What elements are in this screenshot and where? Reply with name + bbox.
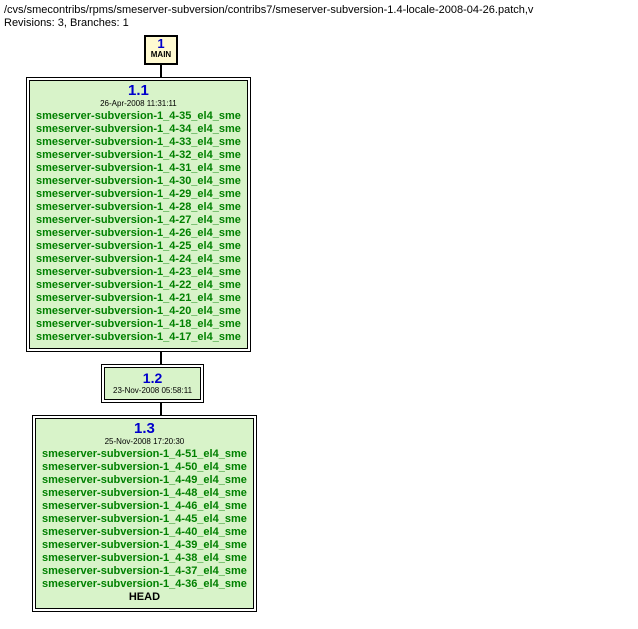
revision-date: 26-Apr-2008 11:31:11 <box>36 99 241 109</box>
revision-node[interactable]: 1.3 25-Nov-2008 17:20:30 smeserver-subve… <box>32 415 257 612</box>
revision-tag: smeserver-subversion-1_4-21_el4_sme <box>36 292 241 305</box>
revision-version: 1.3 <box>42 421 247 437</box>
revision-node[interactable]: 1.1 26-Apr-2008 11:31:11 smeserver-subve… <box>26 77 251 352</box>
revision-tag: smeserver-subversion-1_4-39_el4_sme <box>42 539 247 552</box>
revision-tag: smeserver-subversion-1_4-51_el4_sme <box>42 448 247 461</box>
revision-tag: smeserver-subversion-1_4-49_el4_sme <box>42 474 247 487</box>
revision-tag: smeserver-subversion-1_4-33_el4_sme <box>36 136 241 149</box>
tag-list: smeserver-subversion-1_4-35_el4_smesmese… <box>36 110 241 344</box>
branch-root-node[interactable]: 1 MAIN <box>144 35 178 65</box>
revision-tag: smeserver-subversion-1_4-22_el4_sme <box>36 279 241 292</box>
revision-tag: smeserver-subversion-1_4-48_el4_sme <box>42 487 247 500</box>
revision-version: 1.2 <box>113 370 192 386</box>
revision-tag: smeserver-subversion-1_4-32_el4_sme <box>36 149 241 162</box>
revision-tag: smeserver-subversion-1_4-37_el4_sme <box>42 565 247 578</box>
revision-version: 1.1 <box>36 83 241 99</box>
revision-tag: smeserver-subversion-1_4-18_el4_sme <box>36 318 241 331</box>
tag-list: smeserver-subversion-1_4-51_el4_smesmese… <box>42 448 247 591</box>
file-path: /cvs/smecontribs/rpms/smeserver-subversi… <box>4 4 638 16</box>
revision-tag: smeserver-subversion-1_4-25_el4_sme <box>36 240 241 253</box>
revision-tag: smeserver-subversion-1_4-35_el4_sme <box>36 110 241 123</box>
revision-date: 25-Nov-2008 17:20:30 <box>42 437 247 447</box>
revision-tag: smeserver-subversion-1_4-27_el4_sme <box>36 214 241 227</box>
revision-tag: smeserver-subversion-1_4-50_el4_sme <box>42 461 247 474</box>
revision-tag: smeserver-subversion-1_4-46_el4_sme <box>42 500 247 513</box>
revision-tag: smeserver-subversion-1_4-23_el4_sme <box>36 266 241 279</box>
revision-date: 23-Nov-2008 05:58:11 <box>113 386 192 396</box>
revision-node[interactable]: 1.2 23-Nov-2008 05:58:11 <box>101 364 204 403</box>
revision-tag: smeserver-subversion-1_4-45_el4_sme <box>42 513 247 526</box>
graph-connector <box>160 65 162 77</box>
revision-tag: smeserver-subversion-1_4-34_el4_sme <box>36 123 241 136</box>
revision-tag: smeserver-subversion-1_4-20_el4_sme <box>36 305 241 318</box>
revision-tag: smeserver-subversion-1_4-38_el4_sme <box>42 552 247 565</box>
revision-tag: smeserver-subversion-1_4-24_el4_sme <box>36 253 241 266</box>
revision-tag: smeserver-subversion-1_4-30_el4_sme <box>36 175 241 188</box>
revision-tag: smeserver-subversion-1_4-36_el4_sme <box>42 578 247 591</box>
revision-tag: smeserver-subversion-1_4-26_el4_sme <box>36 227 241 240</box>
branch-root-label: MAIN <box>146 50 176 59</box>
head-label: HEAD <box>42 591 247 604</box>
revision-graph: 1 MAIN 1.1 26-Apr-2008 11:31:11 smeserve… <box>4 35 638 612</box>
revision-tag: smeserver-subversion-1_4-31_el4_sme <box>36 162 241 175</box>
branch-root-number: 1 <box>146 37 176 50</box>
graph-connector <box>160 403 162 415</box>
revision-tag: smeserver-subversion-1_4-29_el4_sme <box>36 188 241 201</box>
revision-tag: smeserver-subversion-1_4-17_el4_sme <box>36 331 241 344</box>
revisions-summary: Revisions: 3, Branches: 1 <box>4 17 638 29</box>
revision-tag: smeserver-subversion-1_4-28_el4_sme <box>36 201 241 214</box>
graph-connector <box>160 352 162 364</box>
revision-tag: smeserver-subversion-1_4-40_el4_sme <box>42 526 247 539</box>
